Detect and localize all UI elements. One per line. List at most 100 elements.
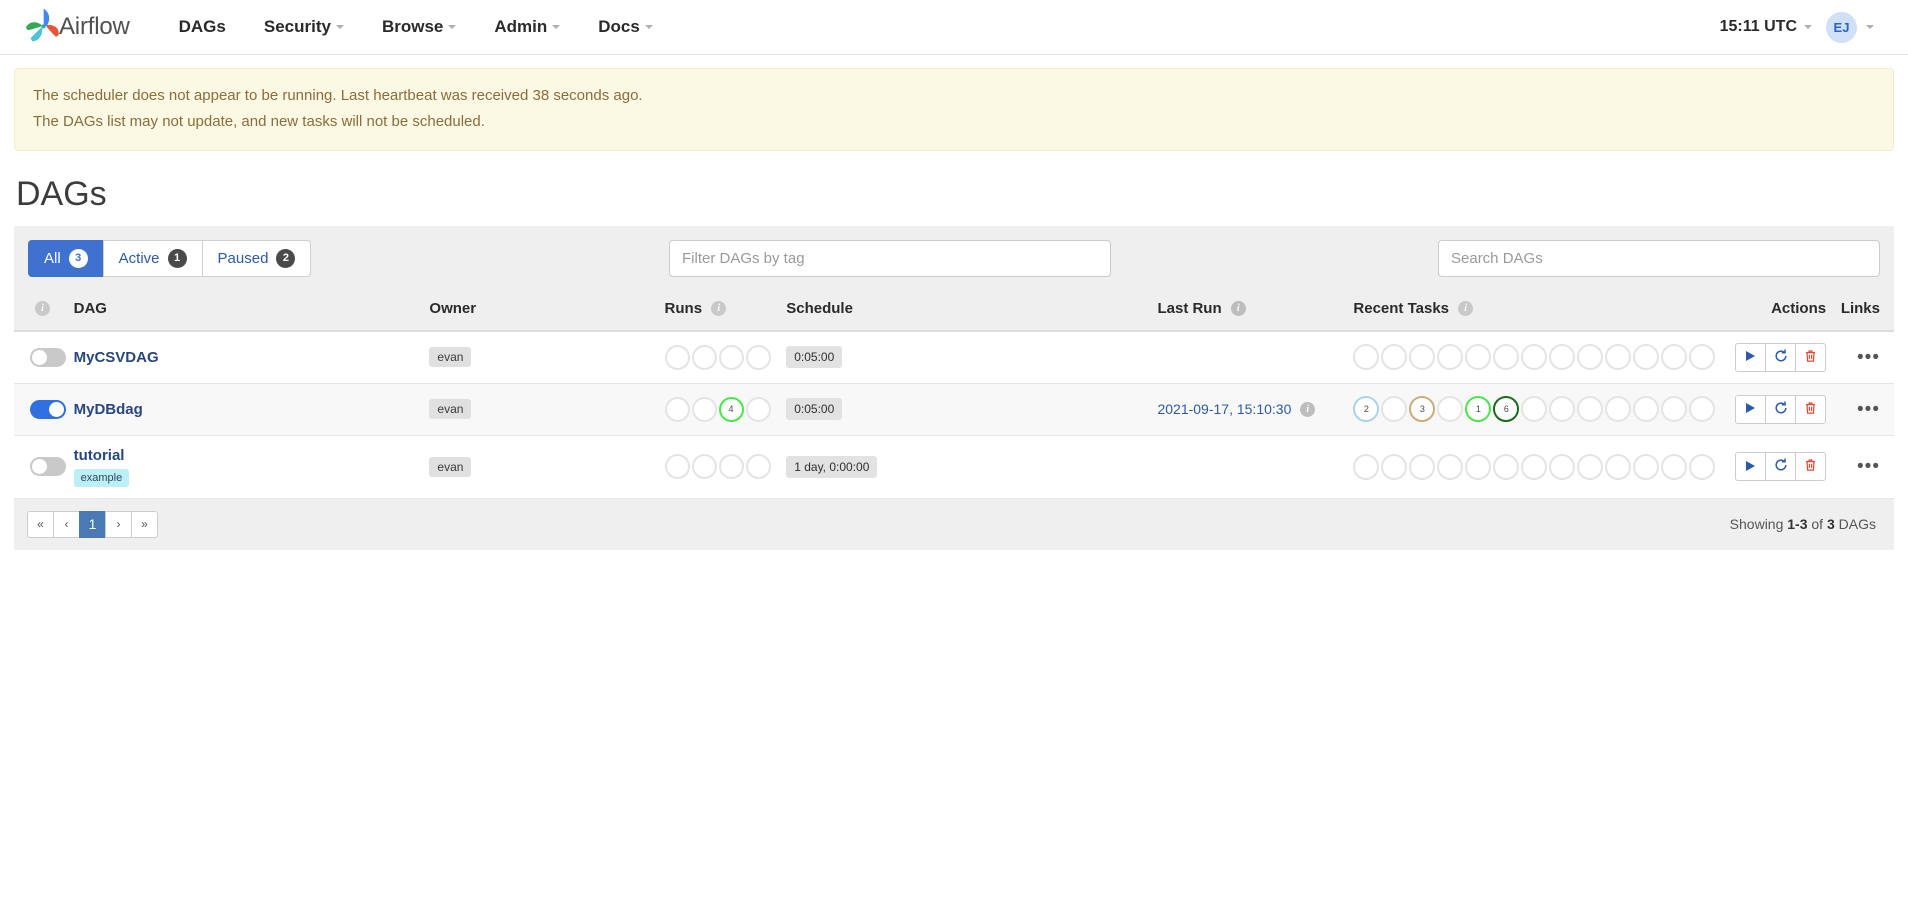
task-circle[interactable]	[1549, 344, 1576, 370]
task-circle[interactable]	[1661, 344, 1688, 370]
nav-item-dags[interactable]: DAGs	[160, 9, 245, 45]
task-circle[interactable]	[1493, 344, 1520, 370]
dag-tag[interactable]: example	[73, 468, 130, 487]
pagination-page-1[interactable]: 1	[79, 510, 106, 538]
run-circle[interactable]	[691, 454, 717, 479]
task-circle[interactable]	[1437, 344, 1464, 370]
task-circle[interactable]	[1381, 453, 1408, 480]
task-circle[interactable]	[1465, 453, 1492, 480]
task-circle[interactable]	[1353, 344, 1380, 370]
refresh-dag-button[interactable]	[1765, 342, 1797, 372]
info-icon[interactable]: i	[1300, 402, 1316, 418]
task-circle[interactable]	[1605, 453, 1632, 480]
filter-tag-input[interactable]	[669, 239, 1111, 277]
task-circle[interactable]	[1521, 396, 1548, 422]
nav-item-docs[interactable]: Docs	[579, 9, 672, 45]
task-circle[interactable]	[1633, 344, 1660, 370]
task-circle[interactable]	[1381, 344, 1408, 370]
task-circle[interactable]	[1409, 453, 1436, 480]
ellipsis-icon[interactable]: •••	[1857, 456, 1880, 477]
task-circle[interactable]	[1549, 396, 1576, 422]
task-circle[interactable]	[1409, 344, 1436, 370]
info-icon[interactable]: i	[35, 301, 50, 317]
refresh-dag-button[interactable]	[1765, 394, 1797, 424]
delete-dag-button[interactable]	[1795, 452, 1827, 481]
pagination-prev[interactable]: ‹	[53, 510, 80, 538]
task-circle[interactable]	[1437, 453, 1464, 480]
task-circle[interactable]	[1577, 453, 1604, 480]
task-circle[interactable]	[1549, 453, 1576, 480]
owner-tag[interactable]: evan	[429, 399, 472, 419]
dag-pause-toggle[interactable]	[30, 347, 66, 367]
task-circle[interactable]: 3	[1409, 396, 1436, 422]
run-circle[interactable]	[691, 344, 717, 370]
recent-tasks-circles: 2 3 16	[1353, 396, 1716, 422]
search-dags-input[interactable]	[1438, 239, 1880, 277]
task-circle[interactable]	[1577, 344, 1604, 370]
utc-clock[interactable]: 15:11 UTC	[1720, 18, 1812, 36]
header-schedule[interactable]: Schedule	[780, 289, 1152, 332]
run-circle[interactable]	[664, 454, 690, 479]
trigger-dag-button[interactable]	[1735, 342, 1767, 372]
nav-item-security[interactable]: Security	[245, 9, 363, 45]
last-run-link[interactable]: 2021-09-17, 15:10:30	[1157, 401, 1291, 417]
run-circle[interactable]	[745, 344, 771, 370]
owner-tag[interactable]: evan	[429, 456, 472, 477]
pagination-next[interactable]: ›	[105, 510, 132, 538]
filter-tab-active[interactable]: Active 1	[102, 239, 203, 277]
brand-home-link[interactable]: Airflow	[22, 6, 130, 48]
filter-tab-all[interactable]: All 3	[28, 239, 104, 277]
task-circle[interactable]	[1465, 344, 1492, 370]
task-circle[interactable]	[1633, 396, 1660, 422]
nav-item-browse[interactable]: Browse	[363, 9, 475, 45]
task-circle[interactable]	[1493, 453, 1520, 480]
task-circle[interactable]	[1689, 453, 1716, 480]
task-circle[interactable]: 1	[1465, 396, 1492, 422]
delete-dag-button[interactable]	[1795, 342, 1827, 372]
task-circle[interactable]	[1605, 396, 1632, 422]
task-circle[interactable]	[1521, 344, 1548, 370]
user-menu[interactable]: EJ	[1826, 11, 1874, 43]
task-circle[interactable]	[1577, 396, 1604, 422]
run-circle[interactable]	[745, 454, 771, 479]
owner-tag[interactable]: evan	[429, 347, 472, 367]
task-circle[interactable]: 2	[1353, 396, 1380, 422]
trigger-dag-button[interactable]	[1735, 394, 1767, 424]
run-circle[interactable]	[718, 344, 744, 370]
ellipsis-icon[interactable]: •••	[1857, 347, 1880, 368]
run-circle[interactable]	[745, 396, 771, 422]
task-circle[interactable]	[1521, 453, 1548, 480]
nav-item-admin[interactable]: Admin	[475, 9, 579, 45]
task-circle[interactable]: 6	[1493, 396, 1520, 422]
run-circle[interactable]: 4	[718, 396, 744, 422]
dag-link[interactable]: tutorial	[74, 447, 125, 464]
task-circle[interactable]	[1381, 396, 1408, 422]
trigger-dag-button[interactable]	[1735, 452, 1767, 481]
header-dag[interactable]: DAG	[67, 289, 424, 332]
dag-last-run-cell	[1151, 435, 1347, 498]
task-circle[interactable]	[1437, 396, 1464, 422]
task-circle[interactable]	[1661, 453, 1688, 480]
pagination-first[interactable]: «	[27, 510, 54, 538]
dag-pause-toggle[interactable]	[30, 399, 66, 419]
delete-dag-button[interactable]	[1795, 394, 1827, 424]
info-icon[interactable]: i	[1230, 301, 1246, 317]
filter-tab-paused[interactable]: Paused 2	[201, 239, 312, 277]
info-icon[interactable]: i	[1458, 301, 1474, 317]
dag-pause-toggle[interactable]	[30, 457, 66, 476]
ellipsis-icon[interactable]: •••	[1857, 399, 1880, 420]
pagination-last[interactable]: »	[131, 510, 158, 538]
run-circle[interactable]	[664, 396, 690, 422]
info-icon[interactable]: i	[711, 301, 727, 317]
refresh-dag-button[interactable]	[1765, 452, 1797, 481]
run-circle[interactable]	[691, 396, 717, 422]
header-owner[interactable]: Owner	[423, 289, 659, 332]
run-circle[interactable]	[664, 344, 690, 370]
task-circle[interactable]	[1661, 396, 1688, 422]
dag-link[interactable]: MyCSVDAG	[74, 349, 159, 366]
dag-link[interactable]: MyDBdag	[74, 401, 143, 418]
run-circle[interactable]	[718, 454, 744, 479]
task-circle[interactable]	[1605, 344, 1632, 370]
task-circle[interactable]	[1353, 453, 1380, 480]
task-circle[interactable]	[1633, 453, 1660, 480]
